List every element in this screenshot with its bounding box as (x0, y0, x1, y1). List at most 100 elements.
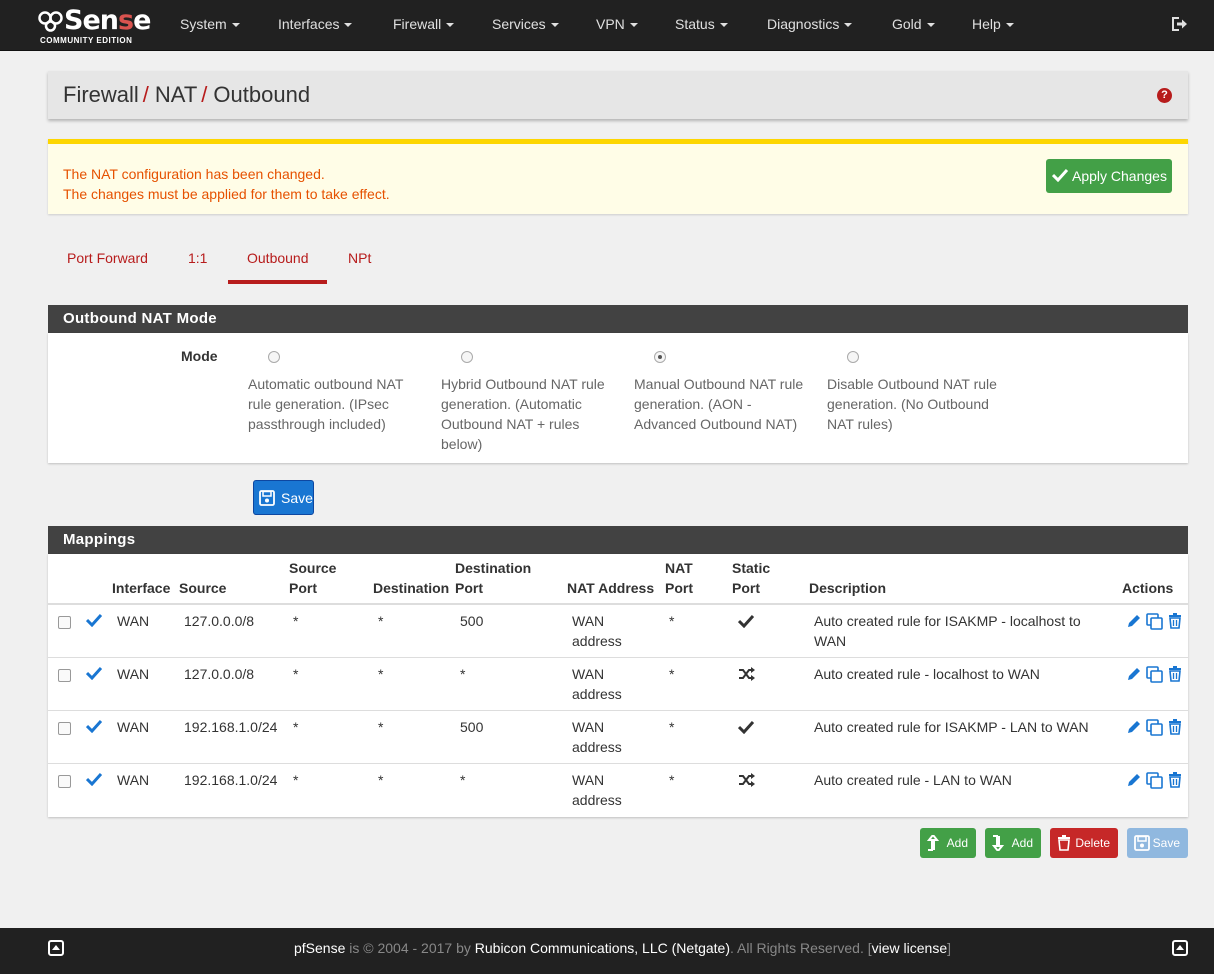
copy-icon[interactable] (1146, 772, 1164, 790)
header-static-port: Static Port (732, 560, 771, 596)
copy-icon[interactable] (1146, 719, 1164, 737)
nav-system[interactable]: System (180, 0, 240, 50)
header-nat-address: NAT Address (567, 580, 655, 596)
header-destination: Destination (373, 580, 450, 596)
trash-icon[interactable] (1168, 666, 1182, 682)
table-row[interactable]: WAN 192.168.1.0/24 * * 500 WAN address * … (48, 710, 1188, 763)
copy-icon[interactable] (1146, 613, 1164, 631)
table-row[interactable]: WAN 192.168.1.0/24 * * * WAN address * Au… (48, 763, 1188, 816)
tab-one-to-one[interactable]: 1:1 (188, 250, 207, 266)
floppy-icon (259, 490, 275, 506)
table-row[interactable]: WAN 127.0.0.0/8 * * * WAN address * Auto … (48, 657, 1188, 710)
copy-icon[interactable] (1146, 666, 1164, 684)
scroll-top-icon[interactable] (48, 940, 64, 956)
random-shuffle-icon (739, 667, 755, 681)
nav-interfaces[interactable]: Interfaces (278, 0, 353, 50)
enabled-check-icon[interactable] (86, 666, 102, 680)
row-select-checkbox[interactable] (58, 616, 71, 629)
top-navbar: Sense COMMUNITY EDITION System Interface… (0, 0, 1214, 51)
random-shuffle-icon (739, 773, 755, 787)
trash-icon[interactable] (1168, 772, 1182, 788)
delete-button[interactable]: Delete (1050, 828, 1118, 858)
edit-pencil-icon[interactable] (1126, 719, 1142, 735)
edit-pencil-icon[interactable] (1126, 666, 1142, 682)
header-actions: Actions (1122, 580, 1174, 596)
add-top-button[interactable]: Add (920, 828, 976, 858)
help-icon[interactable]: ? (1157, 88, 1172, 103)
row-select-checkbox[interactable] (58, 669, 71, 682)
page-footer: pfSense is © 2004 - 2017 by Rubicon Comm… (0, 928, 1214, 974)
chevron-down-icon (231, 23, 240, 28)
mode-radio-hybrid[interactable] (461, 351, 473, 363)
footer-company-link[interactable]: Rubicon Communications, LLC (Netgate) (475, 940, 730, 956)
edit-pencil-icon[interactable] (1126, 772, 1142, 788)
logout-icon[interactable] (1170, 15, 1188, 33)
edit-pencil-icon[interactable] (1126, 613, 1142, 629)
enabled-check-icon[interactable] (86, 719, 102, 733)
alert-message: The NAT configuration has been changed. … (63, 166, 390, 202)
mappings-table: Interface Source Source Port Destination … (48, 554, 1188, 817)
view-license-link[interactable]: view license (872, 940, 947, 956)
static-check-icon (738, 720, 754, 734)
footer-copyright: pfSense is © 2004 - 2017 by Rubicon Comm… (294, 940, 951, 956)
nav-diagnostics[interactable]: Diagnostics (767, 0, 853, 50)
arrow-turn-down-icon (992, 835, 1004, 851)
active-tab-indicator (228, 280, 327, 284)
header-interface: Interface (112, 580, 171, 596)
pfsense-logo[interactable]: Sense COMMUNITY EDITION (38, 5, 151, 46)
nav-help[interactable]: Help (972, 0, 1014, 50)
floppy-icon (1134, 835, 1150, 851)
mode-hybrid-label: Hybrid Outbound NAT rule generation. (Au… (441, 376, 605, 452)
enabled-check-icon[interactable] (86, 772, 102, 786)
tab-port-forward[interactable]: Port Forward (67, 250, 148, 266)
tab-npt[interactable]: NPt (348, 250, 371, 266)
mode-panel-body: Mode Automatic outbound NAT rule generat… (48, 333, 1188, 463)
changes-alert: The NAT configuration has been changed. … (48, 139, 1188, 214)
mode-manual-label: Manual Outbound NAT rule generation. (AO… (634, 376, 804, 432)
mode-radio-disable[interactable] (847, 351, 859, 363)
mode-disable-label: Disable Outbound NAT rule generation. (N… (827, 376, 997, 432)
tab-outbound[interactable]: Outbound (247, 250, 309, 266)
trash-icon[interactable] (1168, 719, 1182, 735)
nav-firewall[interactable]: Firewall (393, 0, 455, 50)
row-select-checkbox[interactable] (58, 775, 71, 788)
chevron-down-icon (446, 23, 455, 28)
chevron-down-icon (344, 23, 353, 28)
logo-subtitle: COMMUNITY EDITION (40, 36, 133, 45)
row-select-checkbox[interactable] (58, 722, 71, 735)
mode-panel-heading: Outbound NAT Mode (48, 305, 1188, 333)
mode-automatic-label: Automatic outbound NAT rule generation. … (248, 376, 404, 432)
mappings-panel-heading: Mappings (48, 526, 1188, 554)
save-order-button[interactable]: Save (1127, 828, 1188, 858)
mode-radio-automatic[interactable] (268, 351, 280, 363)
scroll-top-icon-right[interactable] (1172, 940, 1188, 956)
logo-wordmark: Sense (64, 5, 151, 36)
breadcrumb-firewall[interactable]: Firewall (63, 82, 139, 107)
table-row[interactable]: WAN 127.0.0.0/8 * * 500 WAN address * Aut… (48, 603, 1188, 656)
mode-label: Mode (181, 348, 218, 364)
nav-services[interactable]: Services (492, 0, 559, 50)
nav-gold[interactable]: Gold (892, 0, 935, 50)
mode-radio-manual[interactable] (654, 351, 666, 363)
breadcrumb-nat[interactable]: NAT (155, 82, 197, 107)
static-check-icon (738, 614, 754, 628)
logo-mark-icon (38, 11, 63, 32)
header-nat-port: NAT Port (665, 560, 693, 596)
nav-vpn[interactable]: VPN (596, 0, 638, 50)
mode-save-button[interactable]: Save (253, 480, 314, 515)
enabled-check-icon[interactable] (86, 613, 102, 627)
apply-changes-button[interactable]: Apply Changes (1046, 159, 1172, 193)
chevron-down-icon (926, 23, 935, 28)
add-bottom-button[interactable]: Add (985, 828, 1041, 858)
arrow-turn-up-icon (927, 835, 939, 851)
header-source-port: Source Port (289, 560, 337, 596)
trash-icon (1058, 835, 1070, 851)
header-description: Description (809, 580, 887, 596)
chevron-down-icon (844, 23, 853, 28)
chevron-down-icon (1005, 23, 1014, 28)
trash-icon[interactable] (1168, 613, 1182, 629)
chevron-down-icon (550, 23, 559, 28)
chevron-down-icon (719, 23, 728, 28)
breadcrumb-outbound[interactable]: Outbound (213, 82, 310, 107)
nav-status[interactable]: Status (675, 0, 728, 50)
